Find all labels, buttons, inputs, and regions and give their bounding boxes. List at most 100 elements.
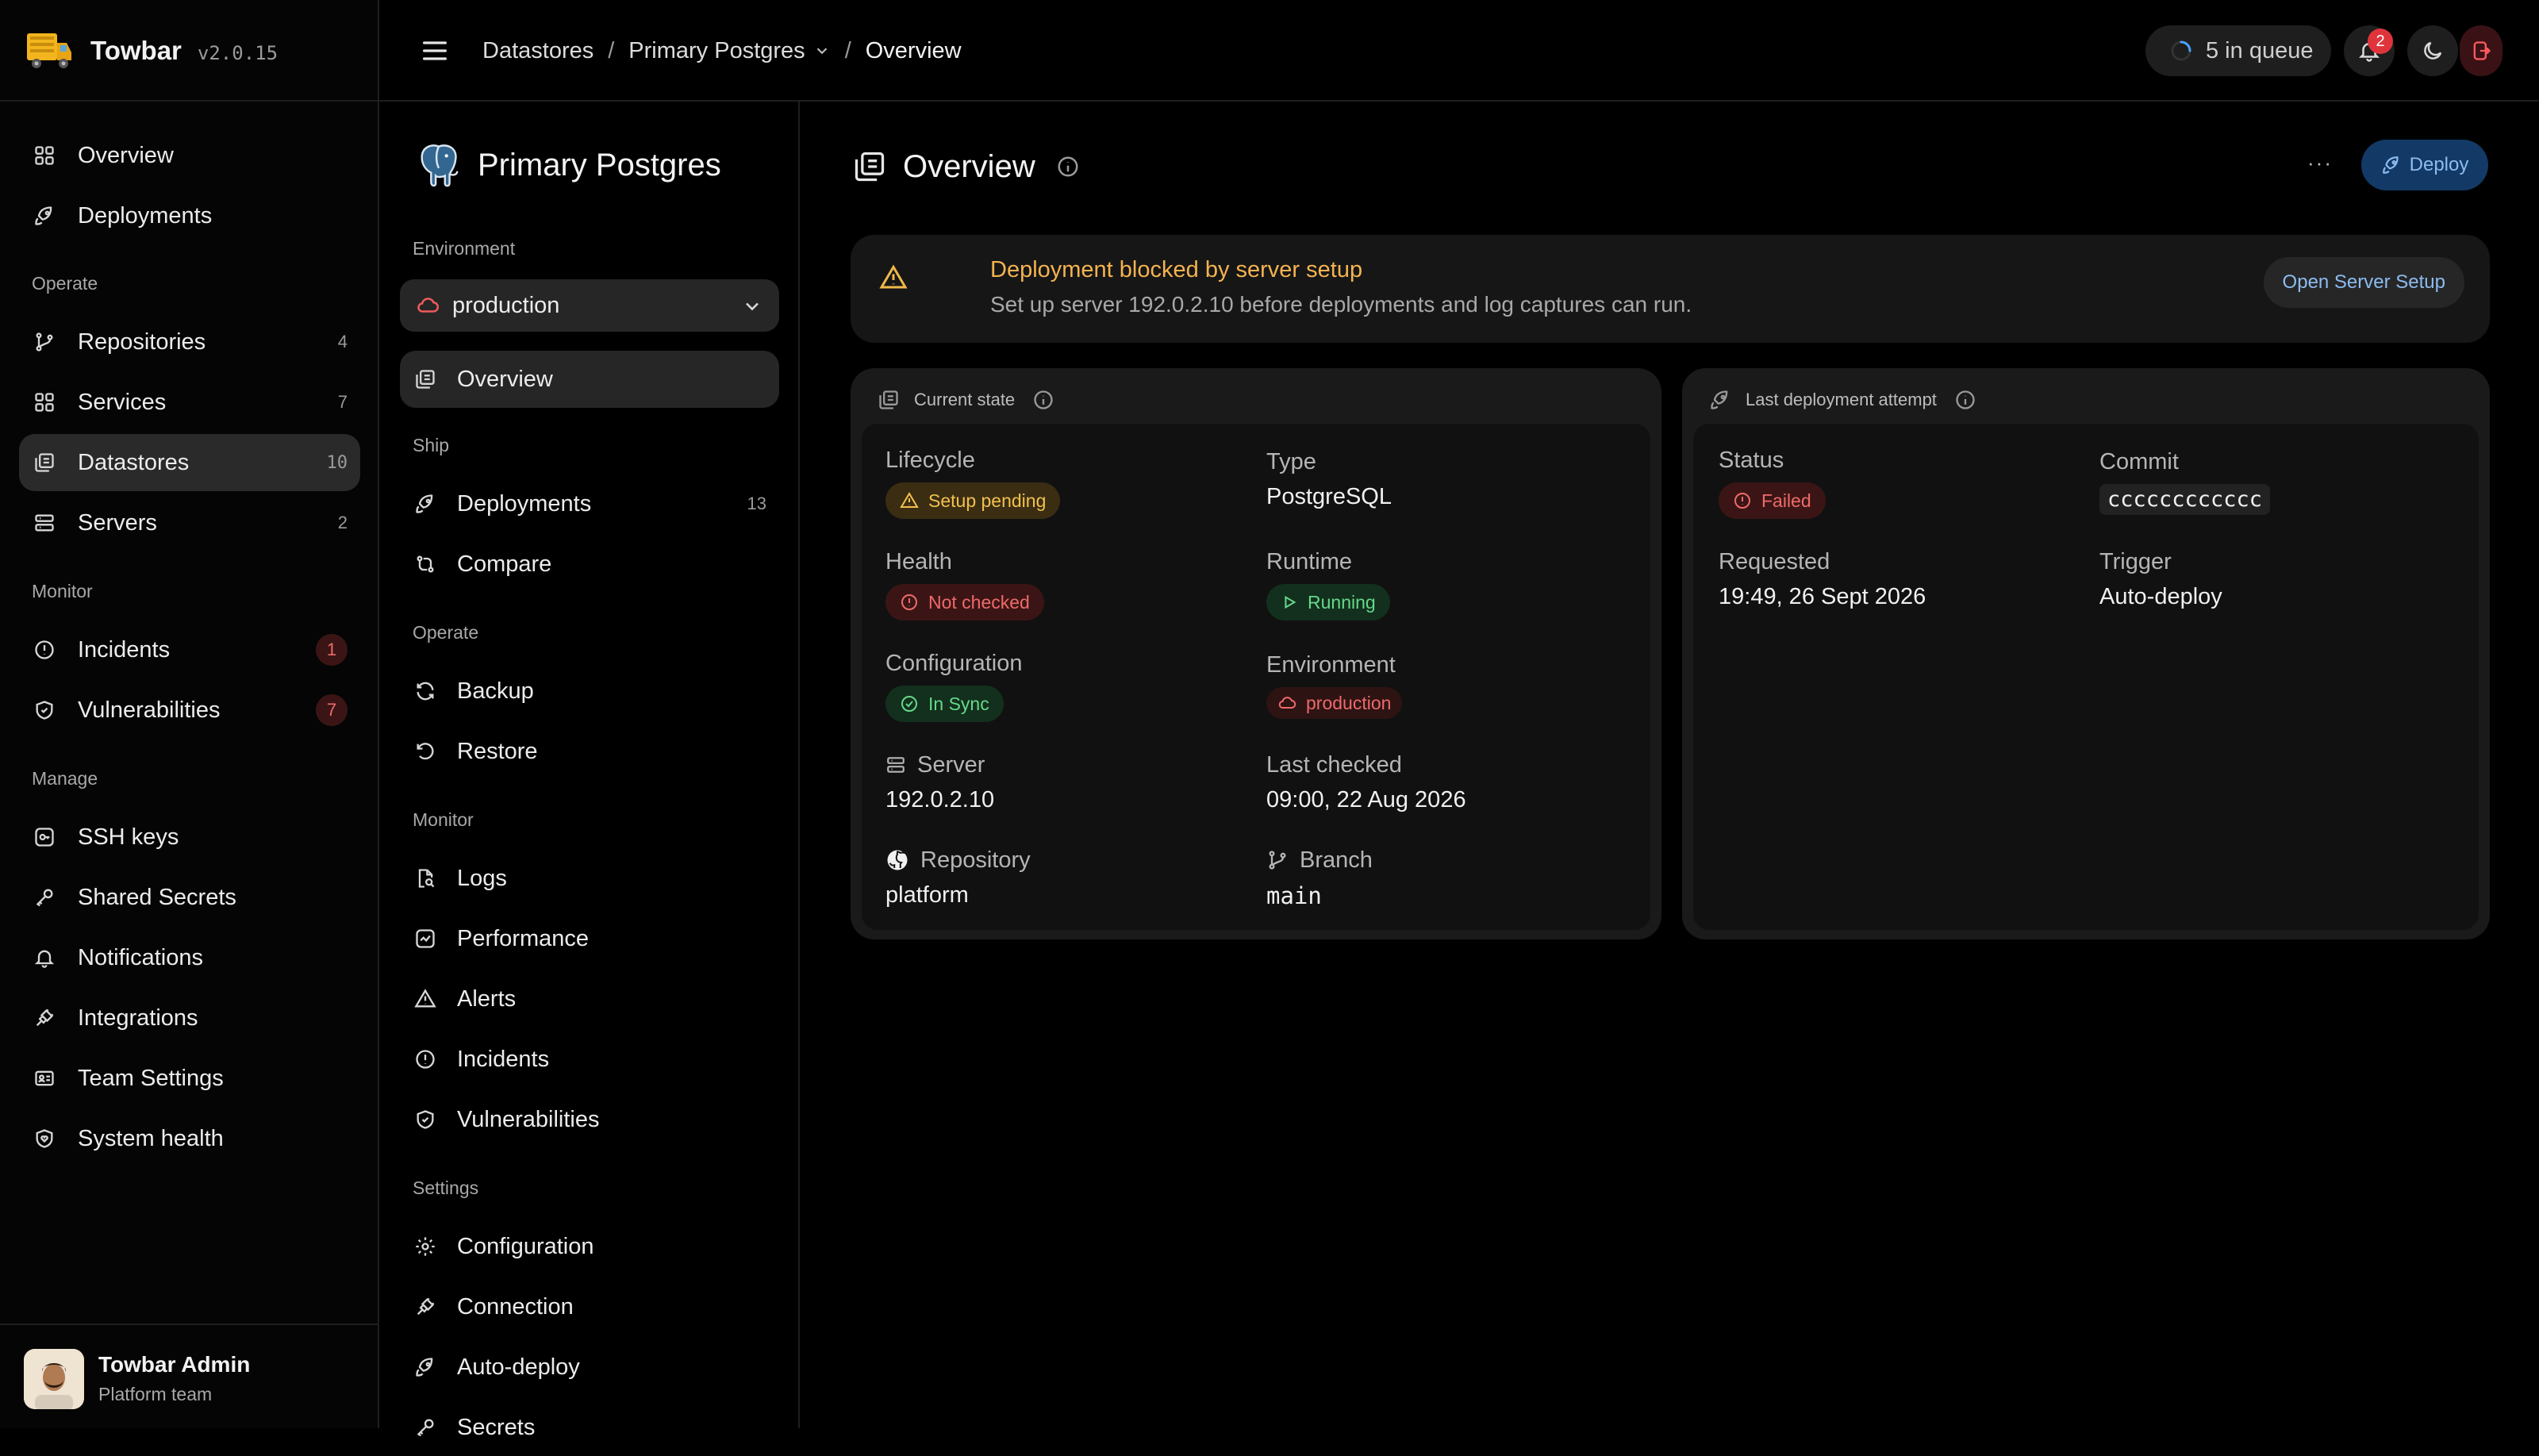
trigger-field: Trigger Auto-deploy [2099, 546, 2222, 610]
subnav-item-label: Backup [457, 678, 534, 704]
deploy-label: Deploy [2409, 154, 2469, 175]
sidebar-item-repositories[interactable]: Repositories 4 [19, 313, 360, 371]
deploy-button[interactable]: Deploy [2361, 140, 2488, 190]
sidebar-item-label: System health [78, 1125, 224, 1151]
lifecycle-badge: Setup pending [885, 482, 1061, 519]
subnav-item-restore[interactable]: Restore [400, 723, 779, 780]
notifications-button[interactable]: 2 [2344, 25, 2395, 76]
sidebar-item-incidents[interactable]: Incidents 1 [19, 621, 360, 678]
subnav-item-logs[interactable]: Logs [400, 850, 779, 907]
theme-toggle-button[interactable] [2407, 25, 2458, 76]
status-badge: Failed [1719, 482, 1826, 519]
sidebar-item-overview[interactable]: Overview [19, 127, 360, 184]
main-content: Overview ··· Deploy Deployment blocked b… [800, 102, 2539, 1428]
sidebar-item-shared-secrets[interactable]: Shared Secrets [19, 869, 360, 926]
lifecycle-field: Lifecycle Setup pending [885, 444, 1061, 519]
id-card-icon [32, 1066, 57, 1091]
subnav-item-incidents[interactable]: Incidents [400, 1031, 779, 1088]
server-icon [32, 510, 57, 536]
sidebar-item-team-settings[interactable]: Team Settings [19, 1050, 360, 1107]
chevron-down-icon [741, 295, 763, 317]
breadcrumb: Datastores / Primary Postgres / Overview [482, 37, 962, 64]
sidebar-item-datastores[interactable]: Datastores 10 [19, 434, 360, 491]
subnav-item-performance[interactable]: Performance [400, 910, 779, 967]
field-value: 09:00, 22 Aug 2026 [1266, 787, 1466, 813]
field-label: Requested [1719, 548, 1830, 574]
requested-field: Requested 19:49, 26 Sept 2026 [1719, 546, 1926, 610]
datastore-icon [852, 149, 887, 184]
subnav-item-configuration[interactable]: Configuration [400, 1218, 779, 1275]
subnav-item-secrets[interactable]: Secrets [400, 1399, 779, 1456]
sidebar-item-label: Shared Secrets [78, 884, 236, 910]
check-circle-icon [900, 694, 928, 713]
alert-description: Set up server 192.0.2.10 before deployme… [990, 292, 1692, 317]
sidebar-item-notifications[interactable]: Notifications [19, 929, 360, 986]
queue-label: 5 in queue [2206, 37, 2314, 63]
info-icon[interactable] [1032, 389, 1054, 411]
menu-icon[interactable] [419, 35, 451, 67]
activity-square-icon [413, 926, 438, 951]
field-label: Lifecycle [885, 447, 975, 473]
datastore-icon [32, 450, 57, 475]
undo-icon [413, 739, 438, 764]
notification-count-badge: 2 [2368, 29, 2393, 54]
info-icon[interactable] [1056, 155, 1080, 179]
shield-check-icon [413, 1107, 438, 1132]
sidebar-item-integrations[interactable]: Integrations [19, 989, 360, 1047]
sidebar-item-deployments[interactable]: Deployments [19, 187, 360, 244]
repository-link[interactable]: platform [885, 882, 1031, 909]
environment-select[interactable]: production [400, 279, 779, 332]
top-bar: Datastores / Primary Postgres / Overview… [379, 0, 2539, 102]
user-profile[interactable]: Towbar Admin Platform team [0, 1323, 379, 1428]
sidebar-item-vulnerabilities[interactable]: Vulnerabilities 7 [19, 682, 360, 739]
subnav-item-label: Connection [457, 1293, 574, 1320]
sidebar-item-servers[interactable]: Servers 2 [19, 494, 360, 551]
rocket-icon [1709, 389, 1731, 411]
subnav-item-label: Deployments [457, 490, 592, 517]
logout-button[interactable] [2460, 25, 2503, 76]
brand[interactable]: Towbar v2.0.15 [24, 22, 278, 79]
sidebar-item-services[interactable]: Services 7 [19, 374, 360, 431]
more-options-button[interactable]: ··· [2307, 151, 2333, 175]
count-badge: 13 [747, 494, 766, 513]
sidebar-item-label: Servers [78, 509, 157, 536]
postgres-elephant-icon [414, 140, 463, 190]
subnav-item-overview[interactable]: Overview [400, 351, 779, 408]
subnav-item-compare[interactable]: Compare [400, 536, 779, 593]
subnav-item-alerts[interactable]: Alerts [400, 970, 779, 1028]
git-branch-icon [32, 329, 57, 355]
count-badge: 7 [316, 694, 348, 726]
sidebar-item-label: Team Settings [78, 1065, 224, 1091]
datastore-icon [878, 389, 900, 411]
logout-icon [2470, 40, 2492, 62]
subnav-item-auto-deploy[interactable]: Auto-deploy [400, 1339, 779, 1396]
queue-status-button[interactable]: 5 in queue [2145, 25, 2331, 76]
open-server-setup-button[interactable]: Open Server Setup [2263, 257, 2464, 308]
sidebar-item-label: Notifications [78, 944, 203, 970]
alert-circle-icon [413, 1047, 438, 1072]
health-field: Health Not checked [885, 546, 1044, 620]
last-checked-field: Last checked 09:00, 22 Aug 2026 [1266, 749, 1466, 813]
breadcrumb-primary-postgres[interactable]: Primary Postgres [628, 38, 805, 64]
chevron-down-icon[interactable] [813, 42, 831, 60]
sidebar-item-system-health[interactable]: System health [19, 1110, 360, 1167]
subnav-item-connection[interactable]: Connection [400, 1278, 779, 1335]
subnav-section-monitor: Monitor [413, 809, 474, 830]
breadcrumb-datastores[interactable]: Datastores [482, 38, 593, 64]
deployment-blocked-alert: Deployment blocked by server setup Set u… [851, 235, 2490, 343]
subnav-item-vulnerabilities[interactable]: Vulnerabilities [400, 1091, 779, 1148]
compare-icon [413, 551, 438, 577]
info-icon[interactable] [1954, 389, 1976, 411]
subnav-item-deployments[interactable]: Deployments 13 [400, 475, 779, 532]
subnav-item-label: Configuration [457, 1233, 594, 1259]
subnav-item-backup[interactable]: Backup [400, 663, 779, 720]
subnav-item-label: Incidents [457, 1046, 550, 1072]
commit-hash[interactable]: cccccccccccc [2099, 484, 2271, 515]
count-badge: 4 [337, 332, 348, 352]
field-label: Last checked [1266, 751, 1402, 778]
sidebar-item-ssh-keys[interactable]: SSH keys [19, 809, 360, 866]
heart-shield-icon [32, 1126, 57, 1151]
field-label: Environment [1266, 651, 1396, 678]
key-icon [413, 1415, 438, 1440]
gear-icon [413, 1234, 438, 1259]
